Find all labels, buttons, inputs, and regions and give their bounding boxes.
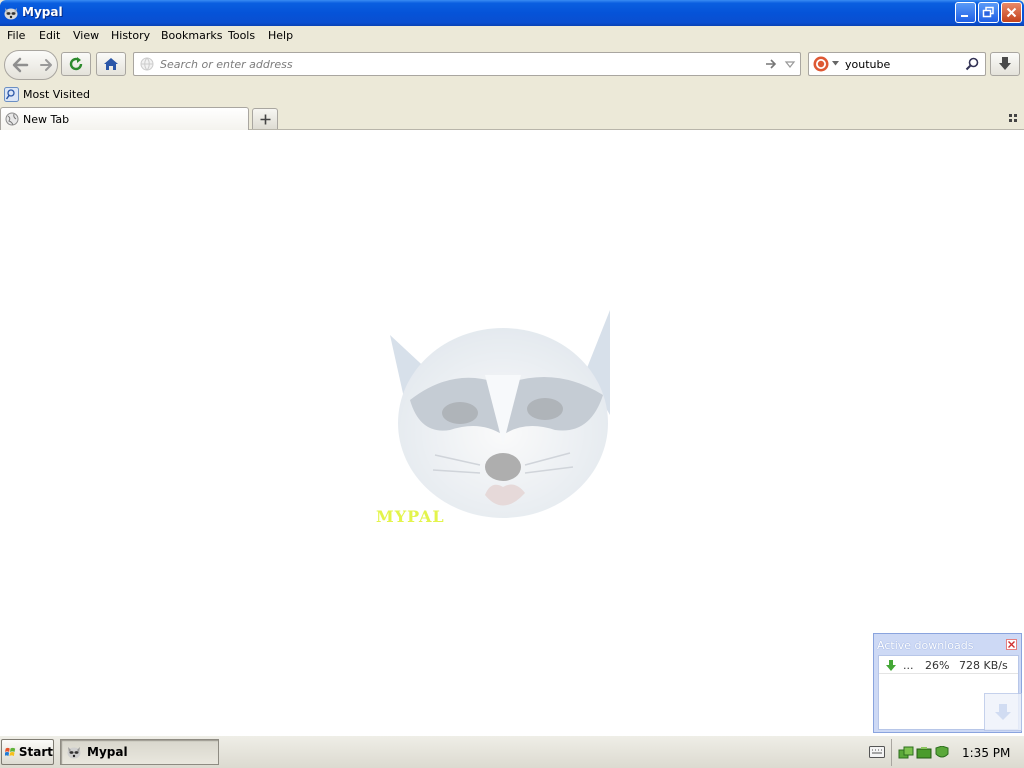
downloads-close-button[interactable]: [1006, 639, 1017, 650]
forward-button[interactable]: [35, 51, 57, 79]
globe-icon: [5, 112, 19, 126]
menu-tools[interactable]: Tools: [228, 29, 255, 42]
download-row[interactable]: ... 26% 728 KB/s: [879, 658, 1018, 674]
home-icon: [104, 58, 118, 70]
list-all-tabs-icon[interactable]: [1008, 113, 1018, 123]
menu-bar: File Edit View History Bookmarks Tools H…: [0, 26, 1024, 46]
back-forward-group: [4, 50, 58, 80]
url-input[interactable]: [160, 56, 750, 72]
close-icon: [1008, 641, 1015, 648]
clock[interactable]: 1:35 PM: [962, 746, 1010, 760]
menu-file[interactable]: File: [7, 29, 25, 42]
window-title: Mypal: [22, 5, 63, 19]
most-visited-icon: [4, 87, 19, 102]
download-speed: 728 KB/s: [959, 659, 1008, 672]
start-button[interactable]: Start: [1, 739, 54, 765]
download-notify-corner[interactable]: [984, 693, 1022, 731]
bookmark-most-visited[interactable]: Most Visited: [4, 87, 90, 102]
download-arrow-icon: [995, 704, 1011, 720]
taskbar: Start Mypal 1:35 PM: [0, 735, 1024, 768]
minimize-button[interactable]: [955, 2, 976, 23]
menu-edit[interactable]: Edit: [39, 29, 60, 42]
download-arrow-icon: [999, 57, 1011, 70]
duckduckgo-icon[interactable]: [813, 56, 829, 72]
search-icon[interactable]: [965, 57, 979, 71]
navigation-toolbar: youtube: [0, 46, 1024, 84]
reload-icon: [69, 57, 83, 71]
raccoon-app-icon: [67, 747, 81, 759]
safely-remove-icon[interactable]: [916, 746, 932, 760]
page-content: MYPAL: [0, 130, 1024, 735]
plus-icon: [260, 114, 270, 124]
download-arrow-icon: [886, 660, 896, 671]
start-label: Start: [18, 745, 53, 759]
restore-icon: [982, 6, 994, 18]
go-arrow-icon[interactable]: [764, 57, 778, 71]
restore-button[interactable]: [978, 2, 999, 23]
downloads-popup-title: Active downloads: [877, 639, 974, 652]
tab-label: New Tab: [23, 112, 70, 126]
system-tray: 1:35 PM: [891, 739, 1024, 766]
logo-caption: MYPAL: [376, 507, 445, 526]
menu-history[interactable]: History: [111, 29, 150, 42]
address-bar[interactable]: [133, 52, 801, 76]
downloads-button[interactable]: [990, 52, 1020, 76]
raccoon-app-icon: [3, 5, 19, 21]
engine-dropdown-icon[interactable]: [832, 61, 839, 66]
keyboard-icon[interactable]: [869, 746, 885, 758]
back-button[interactable]: [5, 51, 35, 79]
menu-help[interactable]: Help: [268, 29, 293, 42]
history-dropdown-icon[interactable]: [784, 57, 796, 71]
minimize-icon: [961, 15, 968, 17]
search-input[interactable]: youtube: [845, 58, 890, 71]
back-arrow-icon: [12, 57, 29, 73]
download-percent: 26%: [925, 659, 950, 672]
menu-view[interactable]: View: [73, 29, 99, 42]
bookmark-label: Most Visited: [23, 88, 90, 101]
home-button[interactable]: [96, 52, 126, 76]
task-label: Mypal: [87, 745, 128, 759]
bookmarks-toolbar: Most Visited: [0, 84, 1024, 106]
tab-new-tab[interactable]: New Tab: [0, 107, 249, 130]
menu-bookmarks[interactable]: Bookmarks: [161, 29, 222, 42]
search-bar[interactable]: youtube: [808, 52, 986, 76]
windows-logo-icon: [5, 747, 16, 757]
taskbar-item-mypal[interactable]: Mypal: [60, 739, 219, 765]
download-name: ...: [903, 659, 914, 672]
title-bar[interactable]: Mypal: [0, 0, 1024, 26]
reload-button[interactable]: [61, 52, 91, 76]
close-button[interactable]: [1001, 2, 1022, 23]
new-tab-button[interactable]: [252, 108, 278, 129]
security-center-icon[interactable]: [934, 746, 950, 760]
page-info-icon[interactable]: [140, 57, 154, 71]
raccoon-logo: [390, 310, 610, 518]
forward-arrow-icon: [40, 59, 52, 71]
close-icon: [1006, 7, 1017, 18]
tab-strip: New Tab: [0, 106, 1024, 130]
network-icon[interactable]: [898, 746, 914, 760]
